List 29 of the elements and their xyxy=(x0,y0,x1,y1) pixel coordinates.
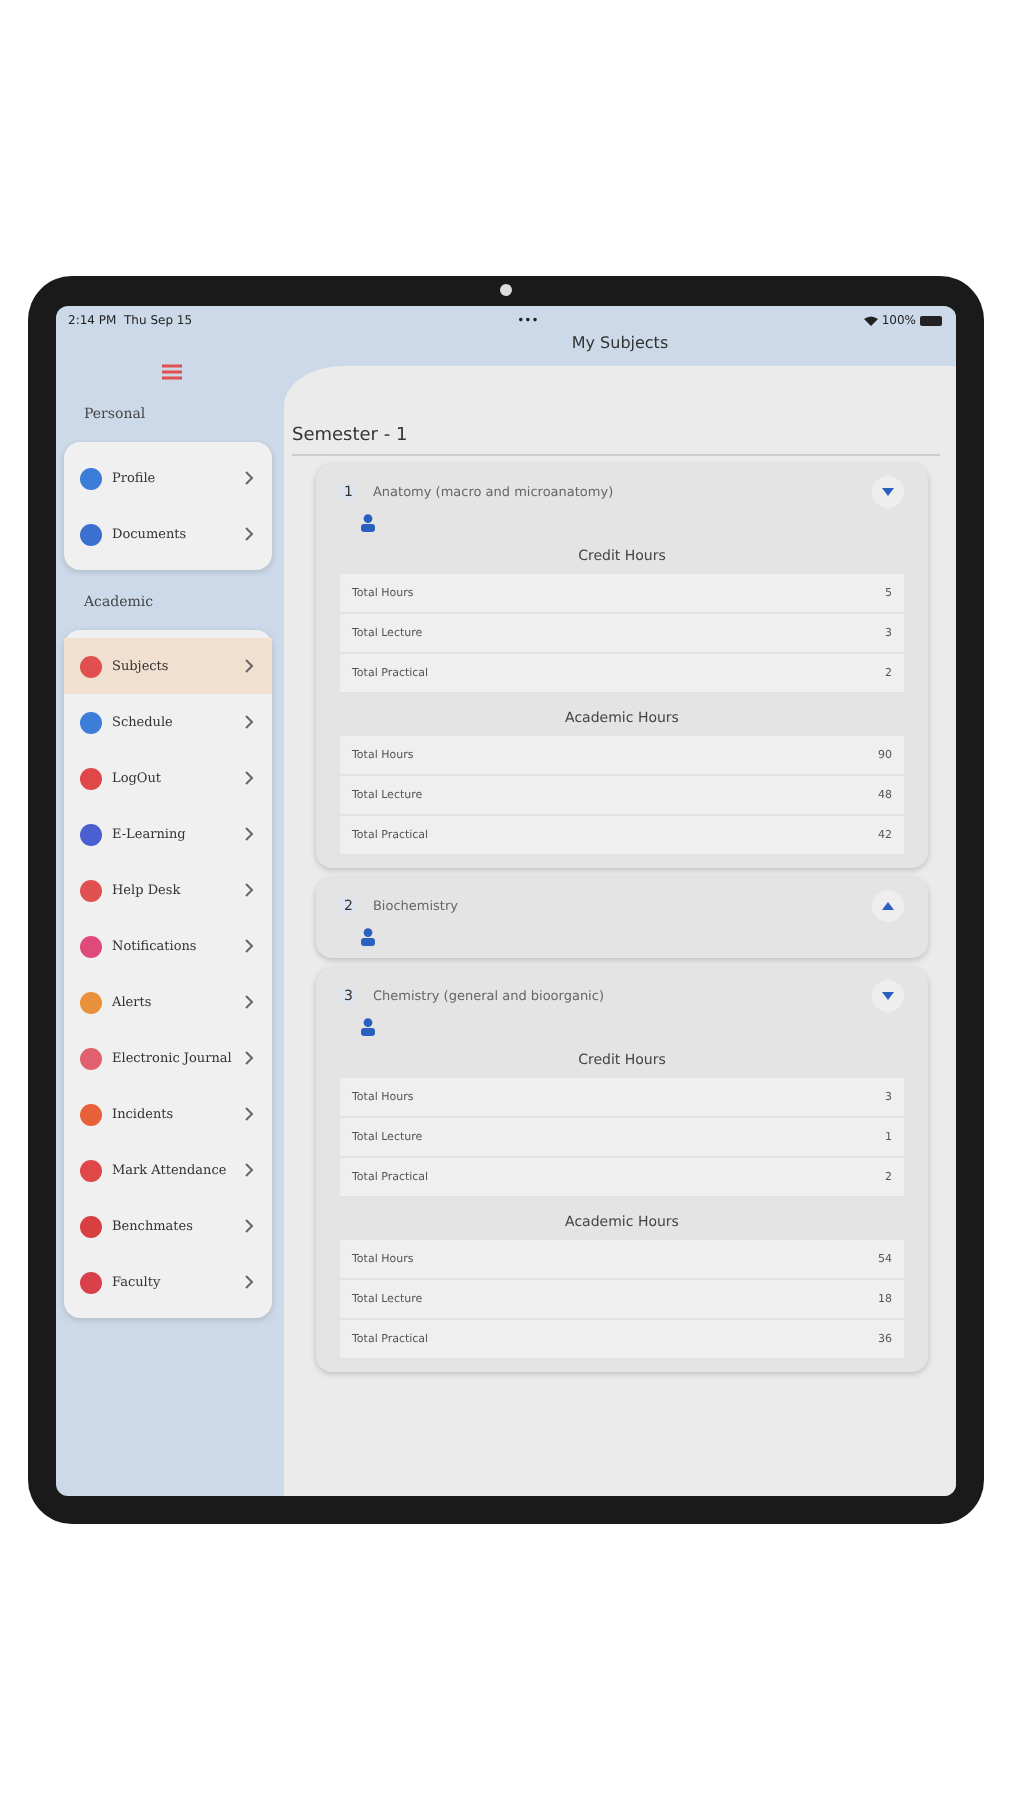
camera-icon xyxy=(500,284,512,296)
wifi-icon xyxy=(863,315,878,325)
chevron-right-icon xyxy=(244,1106,256,1122)
person-icon xyxy=(360,928,376,946)
chevron-right-icon xyxy=(244,1050,256,1066)
person-icon xyxy=(360,1018,376,1036)
caret-down-icon xyxy=(882,992,894,1000)
chevron-right-icon xyxy=(244,882,256,898)
caret-up-icon xyxy=(882,902,894,910)
chevron-right-icon xyxy=(244,714,256,730)
chevron-right-icon xyxy=(244,1274,256,1290)
expand-toggle[interactable] xyxy=(872,476,904,508)
chevron-right-icon xyxy=(244,1218,256,1234)
expand-toggle[interactable] xyxy=(872,980,904,1012)
chevron-right-icon xyxy=(244,770,256,786)
chevron-right-icon xyxy=(244,470,256,486)
semester-title: Semester - 1 xyxy=(292,426,940,456)
chevron-right-icon xyxy=(244,994,256,1010)
expand-toggle[interactable] xyxy=(872,890,904,922)
chevron-right-icon xyxy=(244,938,256,954)
chevron-right-icon xyxy=(244,526,256,542)
chevron-right-icon xyxy=(244,826,256,842)
chevron-right-icon xyxy=(244,1162,256,1178)
chevron-right-icon xyxy=(244,658,256,674)
page-title: My Subjects xyxy=(571,334,669,356)
person-icon xyxy=(360,514,376,532)
menu-icon[interactable] xyxy=(160,362,184,382)
caret-down-icon xyxy=(882,488,894,496)
battery-icon xyxy=(919,315,944,325)
